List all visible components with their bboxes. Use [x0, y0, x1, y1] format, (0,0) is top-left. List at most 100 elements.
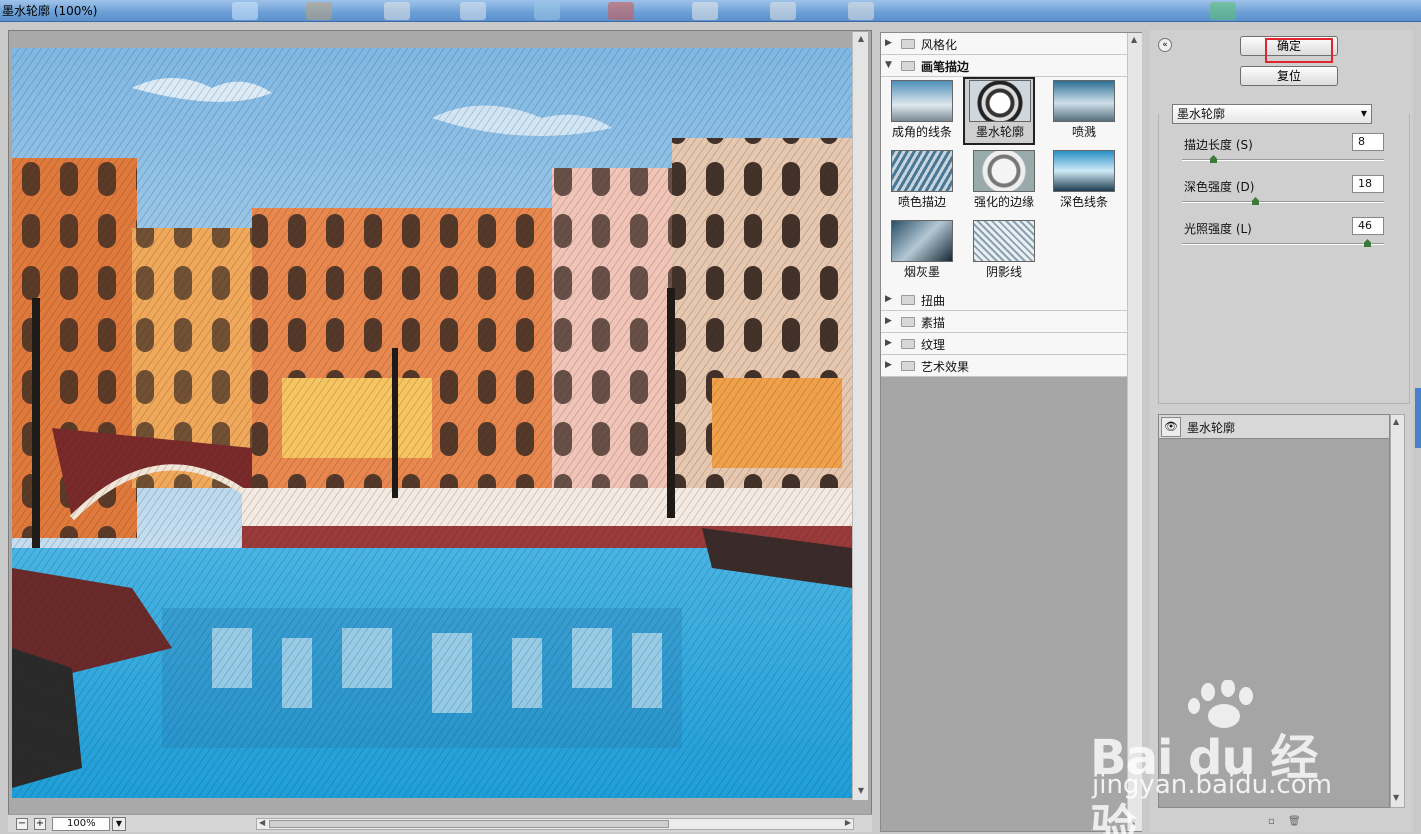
filter-settings-panel: « 确定 复位 墨水轮廓 ▼ 描边长度 (S) 8 深色强度 (D) 18 光照…: [1150, 30, 1413, 832]
taskbar-icon: [232, 2, 258, 20]
eye-icon[interactable]: 👁: [1161, 417, 1181, 437]
scrollbar-thumb[interactable]: [269, 820, 669, 828]
ok-button-highlight: [1265, 38, 1333, 63]
new-effect-layer-icon[interactable]: ▫: [1268, 816, 1280, 828]
stroke-length-slider[interactable]: [1182, 155, 1384, 163]
zoom-in-button[interactable]: +: [34, 818, 46, 830]
filter-thumb-label: 喷色描边: [897, 195, 946, 209]
scroll-up-icon[interactable]: ▲: [856, 34, 866, 44]
light-intensity-label: 光照强度 (L): [1184, 222, 1252, 236]
effect-layer-label: 墨水轮廓: [1187, 421, 1236, 435]
taskbar-icon: [1210, 2, 1236, 20]
filter-thumb-angled-strokes[interactable]: 成角的线条: [885, 77, 957, 145]
category-sketch[interactable]: ▶ 素描: [881, 311, 1127, 333]
expand-arrow-icon[interactable]: ▶: [885, 316, 892, 326]
preview-canvas[interactable]: [12, 48, 852, 798]
effect-layer-row[interactable]: 👁 墨水轮廓: [1159, 415, 1389, 439]
scroll-left-icon[interactable]: ◀: [259, 818, 265, 827]
filter-thumb-label: 强化的边缘: [973, 195, 1034, 209]
category-distort[interactable]: ▶ 扭曲: [881, 289, 1127, 311]
expand-arrow-icon[interactable]: ▶: [885, 294, 892, 304]
scroll-down-icon[interactable]: ▼: [1393, 793, 1399, 802]
preview-horizontal-scrollbar[interactable]: ◀ ▶: [256, 818, 854, 830]
scroll-down-icon[interactable]: ▼: [1131, 817, 1137, 826]
category-label: 纹理: [921, 338, 946, 352]
filter-thumb-sprayed-strokes[interactable]: 喷色描边: [885, 147, 957, 215]
filter-thumb-label: 成角的线条: [891, 125, 952, 139]
scroll-up-icon[interactable]: ▲: [1131, 35, 1137, 44]
preview-bottom-bar: − + 100% ▼ ◀ ▶: [8, 814, 872, 832]
filter-preview-thumbnail: [1053, 150, 1115, 192]
zoom-out-button[interactable]: −: [16, 818, 28, 830]
taskbar-icon: [848, 2, 874, 20]
light-intensity-field[interactable]: 46: [1352, 217, 1384, 235]
folder-icon: [901, 61, 915, 71]
expand-arrow-icon[interactable]: ▶: [885, 360, 892, 370]
preview-image: [12, 48, 852, 798]
filter-select[interactable]: 墨水轮廓 ▼: [1172, 104, 1372, 124]
taskbar-icon: [534, 2, 560, 20]
stroke-length-label: 描边长度 (S): [1184, 138, 1253, 152]
filter-thumb-sumi-e[interactable]: 烟灰墨: [885, 217, 957, 285]
collapse-arrow-icon[interactable]: ▼: [885, 60, 892, 70]
filter-preview-thumbnail: [891, 80, 953, 122]
filter-preview-thumbnail: [973, 220, 1035, 262]
filter-thumb-dark-strokes[interactable]: 深色线条: [1047, 147, 1119, 215]
stroke-length-field[interactable]: 8: [1352, 133, 1384, 151]
taskbar-icon: [608, 2, 634, 20]
filter-list-scrollbar[interactable]: ▲ ▼: [1127, 33, 1142, 831]
light-intensity-slider[interactable]: [1182, 239, 1384, 247]
filter-thumb-crosshatch[interactable]: 阴影线: [967, 217, 1039, 285]
reset-button[interactable]: 复位: [1240, 66, 1338, 86]
taskbar-icon: [460, 2, 486, 20]
taskbar-icon: [692, 2, 718, 20]
filter-thumb-label: 喷溅: [1071, 125, 1096, 139]
filter-thumb-ink-outlines[interactable]: 墨水轮廓: [963, 77, 1035, 145]
category-texture[interactable]: ▶ 纹理: [881, 333, 1127, 355]
collapse-gallery-icon[interactable]: «: [1158, 38, 1172, 52]
trash-icon[interactable]: 🗑: [1288, 816, 1301, 828]
expand-arrow-icon[interactable]: ▶: [885, 38, 892, 48]
dark-intensity-field[interactable]: 18: [1352, 175, 1384, 193]
taskbar-icon: [306, 2, 332, 20]
filter-preview-thumbnail: [973, 150, 1035, 192]
filter-thumb-label: 墨水轮廓: [975, 125, 1024, 139]
parameters-group: [1158, 114, 1410, 404]
scroll-down-icon[interactable]: ▼: [856, 786, 866, 796]
filter-thumb-accented-edges[interactable]: 强化的边缘: [967, 147, 1039, 215]
window-edge-accent: [1415, 388, 1421, 448]
category-stylize[interactable]: ▶ 风格化: [881, 33, 1127, 55]
window-title: 墨水轮廓 (100%): [2, 4, 98, 18]
scroll-up-icon[interactable]: ▲: [1393, 417, 1399, 426]
category-artistic[interactable]: ▶ 艺术效果: [881, 355, 1127, 377]
category-label: 扭曲: [921, 294, 946, 308]
filter-thumb-label: 烟灰墨: [903, 265, 940, 279]
title-bar: 墨水轮廓 (100%): [0, 0, 1421, 22]
layers-scrollbar[interactable]: ▲ ▼: [1390, 414, 1405, 808]
folder-icon: [901, 339, 915, 349]
category-label: 风格化: [921, 38, 958, 52]
effect-layers-list: 👁 墨水轮廓: [1158, 414, 1390, 808]
filter-thumb-label: 阴影线: [985, 265, 1022, 279]
folder-icon: [901, 317, 915, 327]
chevron-down-icon[interactable]: ▼: [112, 817, 126, 831]
filter-preview-thumbnail: [969, 80, 1031, 122]
dark-intensity-slider[interactable]: [1182, 197, 1384, 205]
category-brush-strokes[interactable]: ▼ 画笔描边: [881, 55, 1127, 77]
filter-preview-thumbnail: [1053, 80, 1115, 122]
scroll-right-icon[interactable]: ▶: [845, 818, 851, 827]
preview-vertical-scrollbar[interactable]: ▲ ▼: [852, 32, 868, 800]
filter-preview-thumbnail: [891, 150, 953, 192]
category-label: 画笔描边: [921, 60, 970, 74]
expand-arrow-icon[interactable]: ▶: [885, 338, 892, 348]
taskbar-icon: [770, 2, 796, 20]
folder-icon: [901, 39, 915, 49]
filter-thumb-label: 深色线条: [1059, 195, 1108, 209]
filter-gallery-panel: ▶ 风格化 ▼ 画笔描边 成角的线条 墨水轮廓 喷溅 喷色描边 强化的边缘 深色…: [880, 32, 1142, 832]
filter-thumb-spatter[interactable]: 喷溅: [1047, 77, 1119, 145]
filter-select-value: 墨水轮廓: [1177, 107, 1226, 121]
folder-icon: [901, 295, 915, 305]
dark-intensity-label: 深色强度 (D): [1184, 180, 1255, 194]
chevron-down-icon[interactable]: ▼: [1361, 105, 1367, 123]
zoom-level-field[interactable]: 100%: [52, 817, 110, 831]
